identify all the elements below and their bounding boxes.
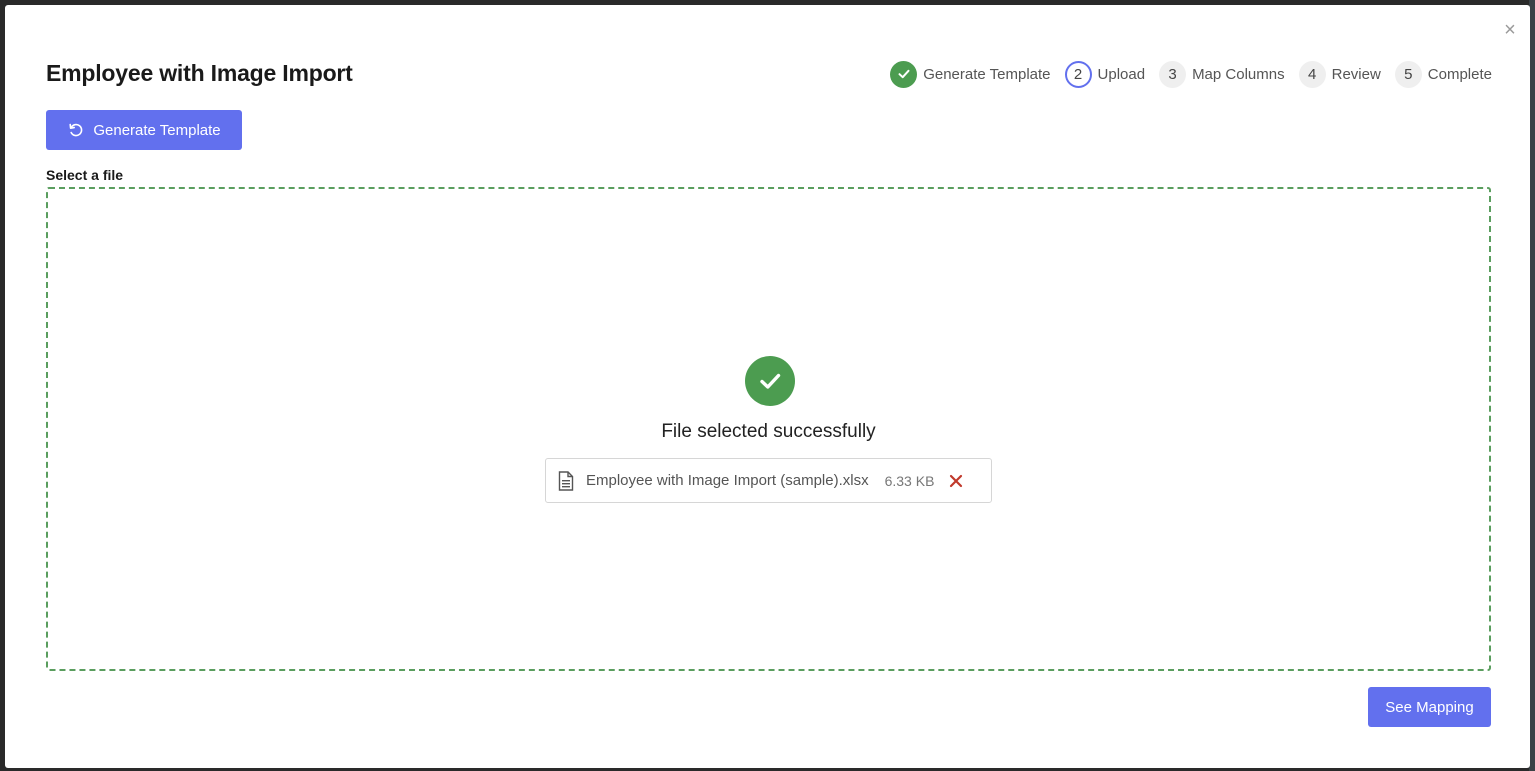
selected-file-chip: Employee with Image Import (sample).xlsx…: [545, 458, 992, 503]
modal-title: Employee with Image Import: [46, 60, 353, 86]
step-label: Review: [1331, 65, 1381, 83]
file-name: Employee with Image Import (sample).xlsx: [586, 472, 869, 489]
step-label: Upload: [1097, 65, 1146, 83]
file-dropzone[interactable]: File selected successfully Employee with…: [46, 187, 1491, 671]
check-icon: [890, 60, 918, 88]
close-icon[interactable]: ×: [1502, 20, 1518, 40]
remove-icon[interactable]: [948, 473, 964, 489]
step-generate-template: Generate Template: [890, 60, 1051, 88]
see-mapping-button[interactable]: See Mapping: [1368, 687, 1491, 727]
step-map-columns: 3 Map Columns: [1159, 60, 1285, 88]
success-check-icon: [745, 356, 795, 406]
stepper: Generate Template 2 Upload 3 Map Columns…: [890, 60, 1492, 88]
generate-template-button[interactable]: Generate Template: [46, 110, 242, 150]
step-review: 4 Review: [1298, 60, 1381, 88]
step-label: Generate Template: [923, 65, 1051, 83]
step-label: Complete: [1427, 65, 1492, 83]
step-upload: 2 Upload: [1064, 60, 1146, 88]
file-icon: [558, 470, 574, 491]
refresh-icon: [67, 121, 85, 139]
generate-template-label: Generate Template: [93, 121, 221, 139]
success-message: File selected successfully: [661, 421, 876, 442]
step-number: 3: [1159, 60, 1187, 88]
step-complete: 5 Complete: [1394, 60, 1492, 88]
file-size: 6.33 KB: [884, 472, 935, 489]
import-modal: × Employee with Image Import Generate Te…: [5, 5, 1530, 768]
step-label: Map Columns: [1192, 65, 1285, 83]
step-number: 2: [1064, 60, 1092, 88]
step-number: 4: [1298, 60, 1326, 88]
select-file-label: Select a file: [46, 167, 124, 183]
step-number: 5: [1394, 60, 1422, 88]
